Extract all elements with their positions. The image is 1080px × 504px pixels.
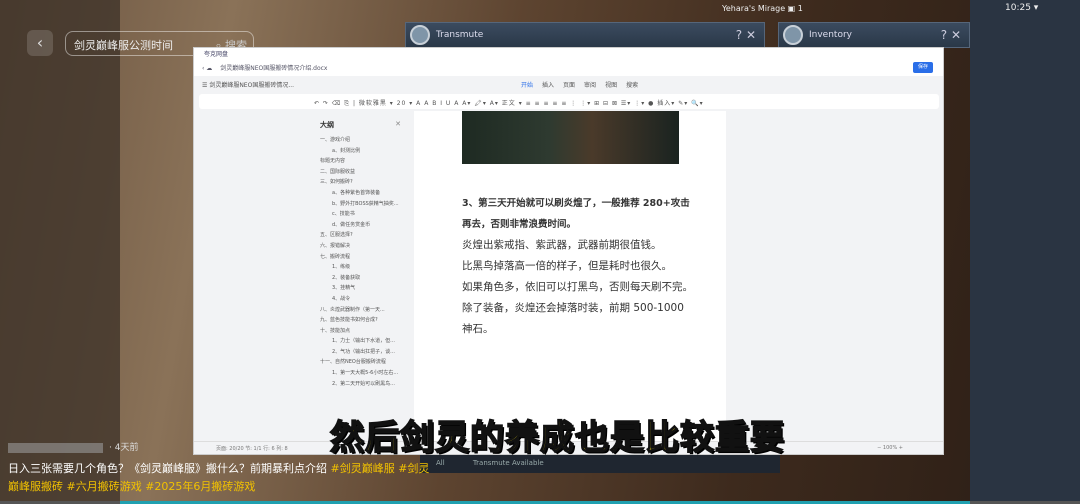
help-button[interactable]: ? [941, 28, 947, 42]
outline-item[interactable]: d、做任务赏金币 [306, 221, 413, 232]
outline-item[interactable]: 1、力士（输出下水道，但... [306, 337, 413, 348]
app-title: 夸克网盘 [194, 48, 943, 58]
tab-insert[interactable]: 插入 [542, 82, 554, 89]
clock: 10:25 ▾ [1005, 3, 1039, 13]
outline-item[interactable]: 4、战令 [306, 295, 413, 306]
post-caption: 日入三张需要几个角色？《剑灵巅峰服》搬什么？前期暴利点介绍 #剑灵巅峰服 #剑灵… [8, 460, 438, 496]
left-overlay [0, 0, 120, 504]
outline-panel: 大纲 ✕ 一、游戏介绍 a、封测比例 标题无内容 二、国际服收益 三、如何搬砖? a、各种… [306, 111, 413, 439]
status-text: 页面: 20/20 节: 1/1 行: 6 列: 8 [216, 446, 288, 452]
save-button[interactable]: 保存 [913, 62, 933, 73]
location-label: Yehara's Mirage ▣ 1 [722, 4, 803, 13]
tab-search[interactable]: 搜索 [626, 82, 638, 89]
paragraph: 除了装备，炎煌还会掉落时装，前期 500-1000 [462, 302, 684, 314]
menu-icon[interactable]: ☰ [202, 82, 207, 89]
outline-item[interactable]: 十一、自然NEO台服搬砖流程 [306, 358, 413, 369]
outline-item[interactable]: b、野外打BOSS获精气抽奖... [306, 200, 413, 211]
close-outline-icon[interactable]: ✕ [395, 120, 401, 128]
tab-view[interactable]: 视图 [605, 82, 617, 89]
outline-item[interactable]: 二、国际服收益 [306, 168, 413, 179]
outline-item[interactable]: 六、报错解决 [306, 242, 413, 253]
post-meta: · 4天前 [8, 440, 138, 453]
outline-item[interactable]: 五、区服选择? [306, 231, 413, 242]
bag-icon [783, 25, 803, 45]
tab-transmute-available[interactable]: Transmute Available [473, 459, 544, 467]
outline-item[interactable]: 八、炎煌武器制作（第一天... [306, 306, 413, 317]
zoom-control[interactable]: − 100% + [877, 445, 903, 451]
back-icon[interactable]: ‹ ☁ [202, 65, 212, 72]
inventory-window: Inventory ? ✕ [778, 22, 970, 48]
menu-bar: ☰ 剑灵巅峰服NEO国服搬砖情况... 开始 插入 页面 审阅 视图 搜索 [194, 76, 943, 92]
transmute-window: Transmute ? ✕ [405, 22, 765, 48]
paragraph: 神石。 [462, 323, 494, 335]
search-query: 剑灵巅峰服公测时间 [74, 39, 173, 52]
outline-item[interactable]: 2、装备获取 [306, 274, 413, 285]
inventory-title: Inventory [809, 30, 852, 40]
tab-review[interactable]: 审阅 [584, 82, 596, 89]
outline-item[interactable]: 2、第二天开始可以刷黑鸟... [306, 380, 413, 391]
file-bar: ‹ ☁ 剑灵巅峰服NEO国服搬砖情况介绍.docx 保存 [194, 58, 943, 76]
outline-item[interactable]: 三、如何搬砖? [306, 178, 413, 189]
outline-item[interactable]: 2、气功（输出扛把子，谈... [306, 348, 413, 359]
document-window: 夸克网盘 ‹ ☁ 剑灵巅峰服NEO国服搬砖情况介绍.docx 保存 ☰ 剑灵巅峰… [193, 47, 944, 455]
outline-item[interactable]: 1、第一天大概5-6小时左右... [306, 369, 413, 380]
hashtag[interactable]: #2025年6月搬砖游戏 [145, 480, 255, 493]
paragraph: 炎煌出紫戒指、紫武器，武器前期很值钱。 [462, 239, 662, 251]
file-name: 剑灵巅峰服NEO国服搬砖情况介绍.docx [220, 65, 328, 72]
hashtag[interactable]: #六月搬砖游戏 [67, 480, 142, 493]
doc-short-title: 剑灵巅峰服NEO国服搬砖情况... [209, 82, 295, 89]
outline-item[interactable]: 七、搬砖流程 [306, 253, 413, 264]
outline-item[interactable]: 十、技能加点 [306, 327, 413, 338]
close-icon[interactable]: ✕ [951, 28, 961, 42]
outline-item[interactable]: c、技能书 [306, 210, 413, 221]
formatting-toolbar[interactable]: ↶ ↷ ⌫ ⎘ | 微软雅黑 ▾ 20 ▾ A A B I U A A▾ 🖍▾ … [199, 94, 939, 109]
back-button[interactable]: ‹ [27, 30, 53, 56]
paragraph: 比黑鸟掉落高一倍的样子，但是耗时也很久。 [462, 260, 672, 272]
help-button[interactable]: ? [736, 28, 742, 42]
paragraph: 如果角色多，依旧可以打黑鸟，否则每天刷不完。 [462, 281, 693, 293]
outline-item[interactable]: 九、蓝色技能书如何合成? [306, 316, 413, 327]
post-age: · 4天前 [109, 443, 139, 453]
caption-text: 日入三张需要几个角色？《剑灵巅峰服》搬什么？前期暴利点介绍 [8, 462, 327, 475]
outline-item[interactable]: 3、挂精气 [306, 284, 413, 295]
game-screenshot-image [462, 111, 679, 164]
tab-page[interactable]: 页面 [563, 82, 575, 89]
close-icon[interactable]: ✕ [746, 28, 756, 42]
outline-item[interactable]: 1、练级 [306, 263, 413, 274]
paragraph: 3、第三天开始就可以刷炎煌了，一般推荐 280+攻击 [462, 198, 690, 209]
document-page[interactable]: 3、第三天开始就可以刷炎煌了，一般推荐 280+攻击 再去，否则非常浪费时间。 … [414, 111, 726, 441]
outline-item[interactable]: a、封测比例 [306, 147, 413, 158]
transmute-icon [410, 25, 430, 45]
video-subtitle: 然后剑灵的养成也是比较重要 [329, 417, 785, 459]
outline-item[interactable]: a、各种紫色首饰装备 [306, 189, 413, 200]
paragraph: 再去，否则非常浪费时间。 [462, 219, 577, 230]
outline-item[interactable]: 一、游戏介绍 [306, 136, 413, 147]
transmute-title: Transmute [436, 30, 484, 40]
outline-item[interactable]: 标题无内容 [306, 157, 413, 168]
tab-start[interactable]: 开始 [521, 82, 533, 89]
author-name-blurred [8, 442, 103, 453]
game-side-panel [970, 0, 1080, 504]
hashtag[interactable]: #剑灵巅峰服 [331, 462, 395, 475]
